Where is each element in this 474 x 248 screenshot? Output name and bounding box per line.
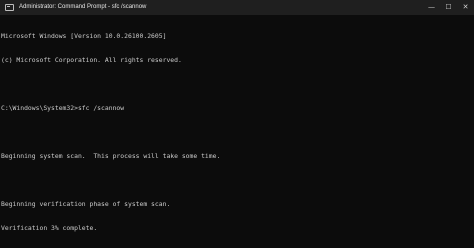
title-bar[interactable]: Administrator: Command Prompt - sfc /sca…: [0, 0, 474, 15]
console-line: Verification 3% complete.: [1, 224, 98, 232]
console-line: (c) Microsoft Corporation. All rights re…: [1, 56, 182, 64]
maximize-button[interactable]: ☐: [440, 0, 457, 15]
console-line: Microsoft Windows [Version 10.0.26100.26…: [1, 32, 167, 40]
terminal-icon: [5, 4, 14, 11]
command-prompt-window: Administrator: Command Prompt - sfc /sca…: [0, 0, 474, 248]
console-line: Beginning system scan. This process will…: [1, 152, 221, 160]
console-line: C:\Windows\System32>sfc /scannow: [1, 104, 125, 112]
console-line: Beginning verification phase of system s…: [1, 200, 171, 208]
window-title: Administrator: Command Prompt - sfc /sca…: [19, 4, 147, 10]
minimize-button[interactable]: —: [423, 0, 440, 15]
scrollbar-track[interactable]: [467, 15, 474, 248]
close-button[interactable]: ✕: [457, 0, 474, 15]
window-controls: — ☐ ✕: [423, 0, 474, 15]
console-output[interactable]: Microsoft Windows [Version 10.0.26100.26…: [1, 16, 473, 247]
